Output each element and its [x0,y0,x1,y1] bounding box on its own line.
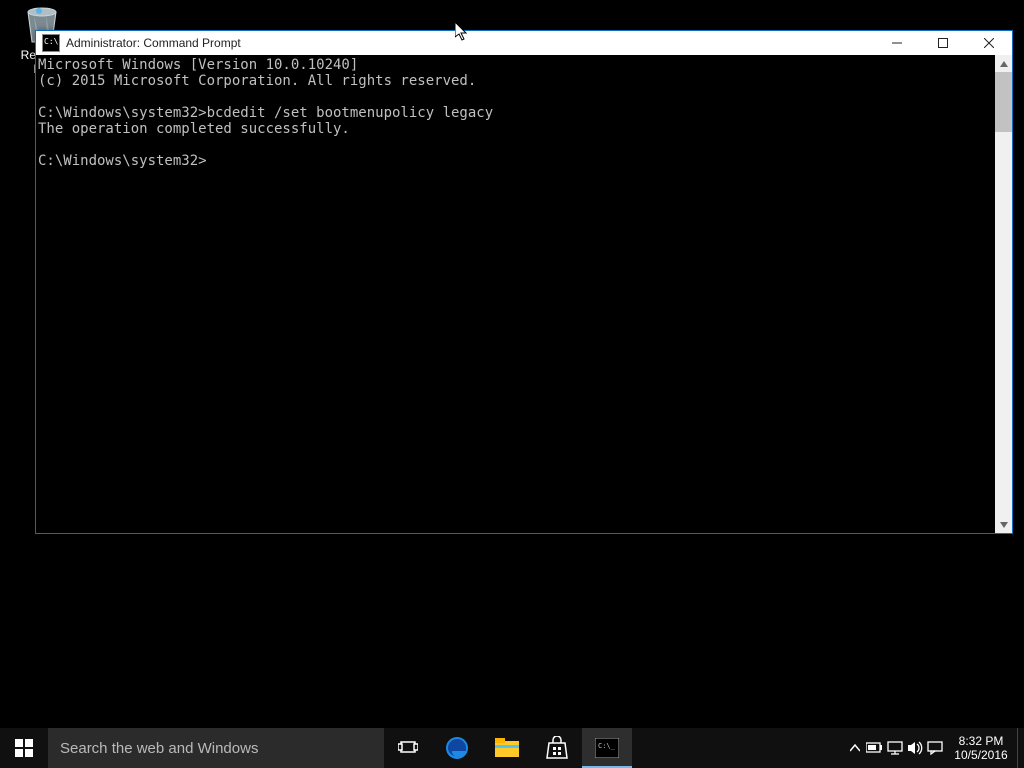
taskbar: Search the web and Windows [0,728,1024,768]
taskbar-app-command-prompt[interactable]: C:\_ [582,728,632,768]
folder-icon [494,737,520,759]
chevron-up-icon [850,744,860,752]
scroll-track[interactable] [995,72,1012,516]
scroll-thumb[interactable] [995,72,1012,132]
window-buttons [874,31,1012,55]
console-output: Microsoft Windows [Version 10.0.10240] (… [38,57,991,169]
network-icon [887,741,903,755]
battery-icon [866,742,884,754]
chevron-up-icon [1000,61,1008,67]
console-area[interactable]: Microsoft Windows [Version 10.0.10240] (… [36,55,995,533]
close-icon [984,38,994,48]
search-input[interactable]: Search the web and Windows [48,728,384,768]
scroll-up-button[interactable] [995,55,1012,72]
edge-icon [444,735,470,761]
tray-network[interactable] [885,728,905,768]
maximize-icon [938,38,948,48]
taskbar-clock[interactable]: 8:32 PM 10/5/2016 [945,728,1017,768]
titlebar[interactable]: Administrator: Command Prompt [36,31,1012,55]
store-icon [545,736,569,760]
task-view-icon [398,740,418,756]
chevron-down-icon [1000,522,1008,528]
command-prompt-window: Administrator: Command Prompt Microsoft … [35,30,1013,534]
start-button[interactable] [0,728,48,768]
maximize-button[interactable] [920,31,966,55]
minimize-icon [892,38,902,48]
tray-overflow-button[interactable] [845,728,865,768]
search-placeholder: Search the web and Windows [60,740,258,757]
clock-time: 8:32 PM [945,734,1017,748]
minimize-button[interactable] [874,31,920,55]
command-prompt-icon: C:\_ [595,738,619,758]
window-title: Administrator: Command Prompt [66,36,874,50]
windows-logo-icon [15,739,33,757]
close-button[interactable] [966,31,1012,55]
tray-battery[interactable] [865,728,885,768]
system-tray [841,728,945,768]
svg-text:C:\_: C:\_ [598,742,616,750]
tray-action-center[interactable] [925,728,945,768]
task-view-button[interactable] [384,728,432,768]
taskbar-app-store[interactable] [532,728,582,768]
scroll-down-button[interactable] [995,516,1012,533]
command-prompt-icon [42,34,60,52]
volume-icon [907,741,923,755]
taskbar-app-file-explorer[interactable] [482,728,532,768]
clock-date: 10/5/2016 [945,748,1017,762]
desktop: Recycle Bin Administrator: Command Promp… [0,0,1024,768]
action-center-icon [927,741,943,755]
show-desktop-button[interactable] [1017,728,1024,768]
taskbar-app-edge[interactable] [432,728,482,768]
tray-volume[interactable] [905,728,925,768]
scrollbar[interactable] [995,55,1012,533]
